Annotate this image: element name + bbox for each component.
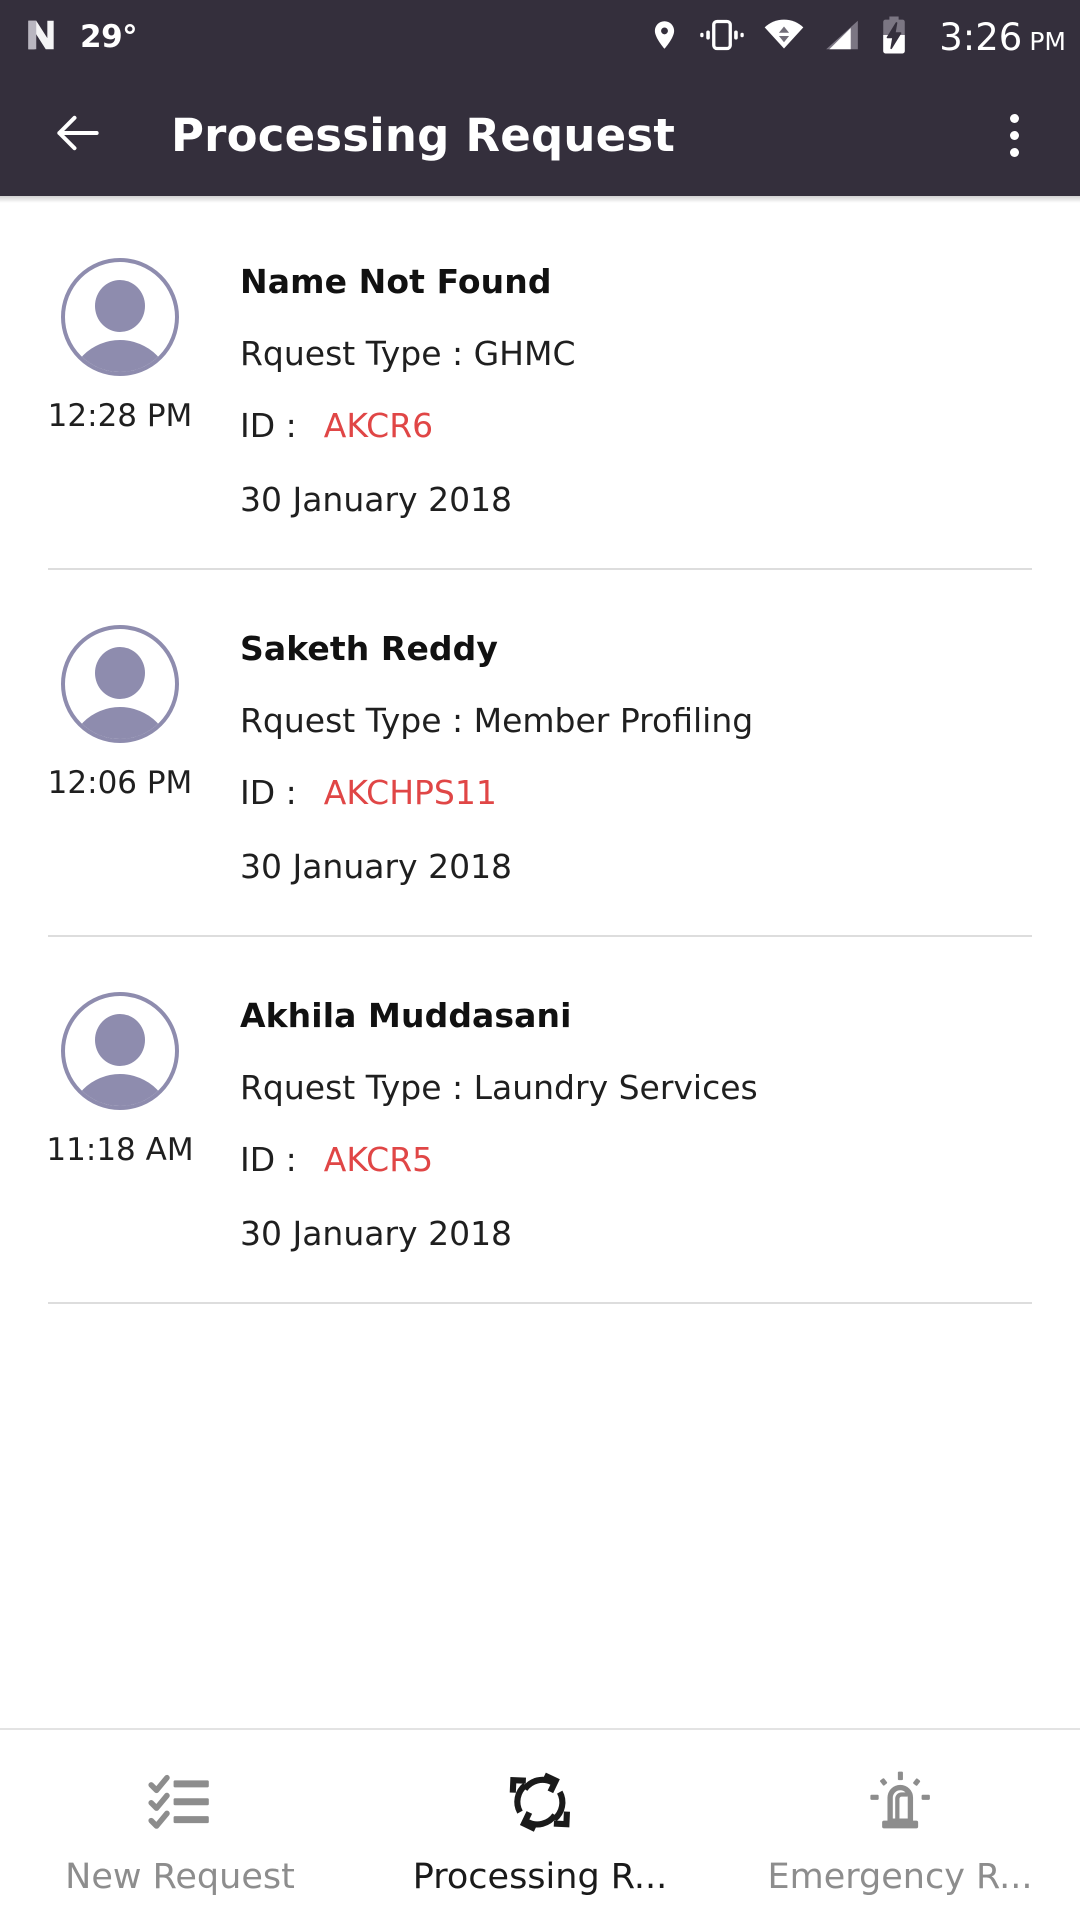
request-date: 30 January 2018 xyxy=(240,847,513,886)
sync-refresh-icon xyxy=(508,1767,572,1837)
status-bar-temperature: 29° xyxy=(80,19,138,55)
request-details: Name Not Found Rquest Type : GHMC ID : A… xyxy=(240,258,1080,519)
person-avatar-icon xyxy=(61,258,179,376)
requester-name: Saketh Reddy xyxy=(240,629,498,668)
android-n-logo-icon xyxy=(22,16,60,58)
request-id-row: ID : AKCHPS11 xyxy=(240,773,1080,812)
request-date: 30 January 2018 xyxy=(240,480,513,519)
avatar-column: 12:06 PM xyxy=(0,625,240,886)
overflow-menu-icon xyxy=(1009,130,1019,140)
status-bar-time: 3:26 xyxy=(939,15,1023,59)
person-avatar-icon xyxy=(61,992,179,1110)
request-time: 12:06 PM xyxy=(47,765,193,801)
request-id-row: ID : AKCR6 xyxy=(240,406,1080,445)
overflow-menu-icon xyxy=(1009,113,1019,123)
processing-request-list[interactable]: 12:28 PM Name Not Found Rquest Type : GH… xyxy=(0,203,1080,1728)
request-id-label: ID : xyxy=(240,773,297,812)
location-pin-icon xyxy=(648,16,681,58)
request-time: 12:28 PM xyxy=(47,398,193,434)
status-bar-ampm: PM xyxy=(1029,26,1066,56)
bottom-tab-new-request[interactable]: New Request xyxy=(0,1730,360,1920)
request-details: Akhila Muddasani Rquest Type : Laundry S… xyxy=(240,992,1080,1253)
status-bar-left: 29° xyxy=(22,16,138,58)
cellular-signal-icon xyxy=(822,16,862,58)
request-id-value: AKCR6 xyxy=(323,406,434,445)
bottom-tab-label: Emergency R... xyxy=(767,1857,1033,1897)
request-id-value: AKCHPS11 xyxy=(323,773,497,812)
wifi-icon xyxy=(763,16,805,58)
battery-charging-icon xyxy=(879,15,909,59)
overflow-menu-icon xyxy=(1009,147,1019,157)
bottom-tab-label: Processing R... xyxy=(412,1857,668,1897)
bottom-navigation-bar: New Request Processing R... Emergency R.… xyxy=(0,1728,1080,1920)
request-list-item[interactable]: 11:18 AM Akhila Muddasani Rquest Type : … xyxy=(0,937,1080,1304)
bottom-tab-label: New Request xyxy=(65,1857,295,1897)
request-list-item[interactable]: 12:28 PM Name Not Found Rquest Type : GH… xyxy=(0,203,1080,570)
avatar-column: 12:28 PM xyxy=(0,258,240,519)
avatar-column: 11:18 AM xyxy=(0,992,240,1253)
vibrate-icon xyxy=(698,16,746,58)
request-date: 30 January 2018 xyxy=(240,1214,513,1253)
checklist-icon xyxy=(148,1767,212,1837)
app-bar: Processing Request xyxy=(0,74,1080,196)
siren-alarm-icon xyxy=(868,1767,932,1837)
request-details: Saketh Reddy Rquest Type : Member Profil… xyxy=(240,625,1080,886)
request-id-label: ID : xyxy=(240,1140,297,1179)
bottom-tab-emergency-request[interactable]: Emergency R... xyxy=(720,1730,1080,1920)
request-type: Rquest Type : GHMC xyxy=(240,334,576,373)
request-type: Rquest Type : Member Profiling xyxy=(240,701,754,740)
app-screen: 29° 3:26 PM Processing Request 12:28 PM … xyxy=(0,0,1080,1920)
status-bar: 29° 3:26 PM xyxy=(0,0,1080,74)
request-list-item[interactable]: 12:06 PM Saketh Reddy Rquest Type : Memb… xyxy=(0,570,1080,937)
back-button[interactable] xyxy=(40,97,116,173)
list-divider xyxy=(48,1302,1032,1304)
request-id-label: ID : xyxy=(240,406,297,445)
bottom-tab-processing-request[interactable]: Processing R... xyxy=(360,1730,720,1920)
person-avatar-icon xyxy=(61,625,179,743)
back-arrow-icon xyxy=(50,105,106,165)
status-bar-right: 3:26 PM xyxy=(648,15,1066,59)
overflow-menu-button[interactable] xyxy=(976,93,1052,177)
app-bar-shadow xyxy=(0,196,1080,203)
request-type: Rquest Type : Laundry Services xyxy=(240,1068,758,1107)
request-id-value: AKCR5 xyxy=(323,1140,434,1179)
requester-name: Akhila Muddasani xyxy=(240,996,572,1035)
status-bar-clock: 3:26 PM xyxy=(939,16,1066,59)
requester-name: Name Not Found xyxy=(240,262,552,301)
request-time: 11:18 AM xyxy=(46,1132,194,1168)
request-id-row: ID : AKCR5 xyxy=(240,1140,1080,1179)
page-title: Processing Request xyxy=(171,108,676,162)
